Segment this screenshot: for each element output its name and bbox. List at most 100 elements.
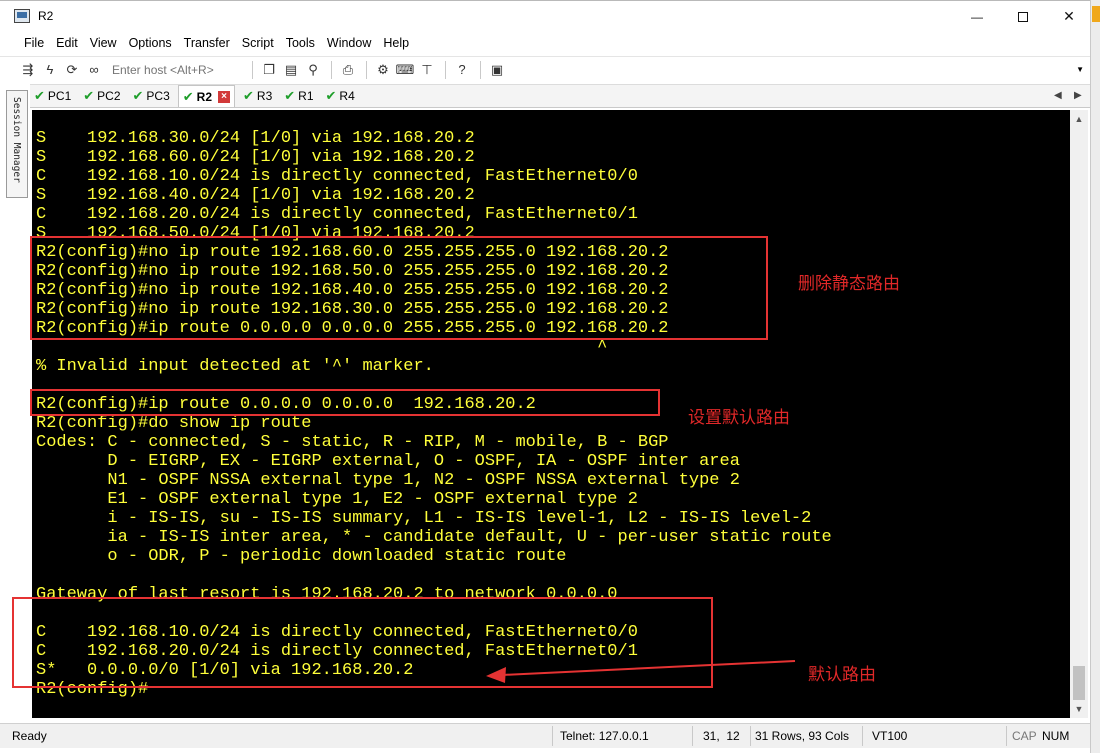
menu-window[interactable]: Window [327, 36, 371, 50]
terminal-line: % Invalid input detected at '^' marker. [36, 357, 434, 376]
tab-label: R1 [298, 89, 314, 103]
status-bar: Ready Telnet: 127.0.0.1 31, 12 31 Rows, … [0, 723, 1090, 748]
connected-check-icon: ✔ [34, 88, 45, 103]
annotation-set-default: 设置默认路由 [688, 408, 790, 428]
tab-r3[interactable]: ✔ R3 [239, 85, 276, 107]
close-button[interactable]: ✕ [1046, 1, 1092, 32]
tab-label: PC3 [146, 89, 170, 103]
menu-file[interactable]: File [24, 36, 44, 50]
tab-pc2[interactable]: ✔ PC2 [79, 85, 124, 107]
tab-close-icon[interactable]: × [218, 90, 230, 103]
close-icon: ✕ [1063, 8, 1075, 24]
menu-edit[interactable]: Edit [56, 36, 78, 50]
toolbar-dropdown-icon[interactable]: ▼ [1076, 65, 1084, 74]
settings-gear-icon[interactable]: ⚙ [373, 61, 393, 79]
connected-check-icon: ✔ [83, 88, 95, 103]
session-manager-tab[interactable]: Session Manager [6, 90, 28, 198]
reconnect-icon[interactable]: ⟳ [62, 61, 82, 79]
toolbar-separator [480, 60, 481, 79]
background-window-accent [1092, 6, 1100, 22]
tab-pc3[interactable]: ✔ PC3 [129, 85, 174, 107]
keymap-icon[interactable]: ⌨ [395, 61, 415, 79]
annotation-delete-static: 删除静态路由 [798, 274, 900, 294]
quick-connect-icon[interactable]: ϟ [40, 61, 60, 79]
disconnect-icon[interactable]: ∞ [84, 61, 104, 79]
find-icon[interactable]: ⚲ [303, 61, 323, 79]
sftp-icon[interactable]: ⊤ [417, 61, 437, 79]
menu-tools[interactable]: Tools [286, 36, 315, 50]
tab-label: R4 [339, 89, 355, 103]
tab-bar: ✔ PC1 ✔ PC2 ✔ PC3 ✔ R2 × ✔ R3 ✔ R1 ✔ R4 ◀ ▶ [30, 84, 1090, 108]
toolbar-separator [445, 60, 446, 79]
menu-help[interactable]: Help [383, 36, 409, 50]
terminal-line: C 192.168.20.0/24 is directly connected,… [36, 205, 638, 224]
annotation-arrow-icon [486, 660, 796, 683]
terminal-line: E1 - OSPF external type 1, E2 - OSPF ext… [36, 490, 638, 509]
scrollbar-thumb[interactable] [1073, 666, 1085, 700]
status-emulation: VT100 [872, 729, 908, 743]
scroll-down-icon[interactable]: ▼ [1070, 700, 1088, 718]
session-options-icon[interactable]: ▣ [487, 61, 507, 79]
tab-r1[interactable]: ✔ R1 [280, 85, 317, 107]
maximize-button[interactable] [1000, 1, 1046, 32]
tab-label: PC1 [47, 89, 72, 103]
menu-bar: File Edit View Options Transfer Script T… [0, 32, 1090, 54]
connected-check-icon: ✔ [243, 88, 254, 103]
annotation-box-delete-static [30, 236, 768, 340]
minimize-button[interactable]: — [954, 1, 1000, 32]
help-icon[interactable]: ? [452, 61, 472, 79]
terminal-line: Codes: C - connected, S - static, R - RI… [36, 433, 669, 452]
menu-transfer[interactable]: Transfer [184, 36, 230, 50]
toolbar: ⇶ ϟ ⟳ ∞ ❐ ▤ ⚲ ⎙ ⚙ ⌨ ⊤ ? ▣ ▼ [0, 56, 1090, 82]
status-ready: Ready [12, 729, 47, 743]
terminal-line: D - EIGRP, EX - EIGRP external, O - OSPF… [36, 452, 740, 471]
status-size: 31 Rows, 93 Cols [755, 729, 850, 743]
terminal-line: ^ [36, 338, 608, 357]
session-manager-label: Session Manager [11, 97, 22, 183]
tab-label: R3 [256, 89, 273, 103]
annotation-box-set-default [30, 389, 660, 416]
status-divider [1006, 726, 1007, 746]
connected-check-icon: ✔ [284, 88, 296, 103]
terminal-line: S 192.168.40.0/24 [1/0] via 192.168.20.2 [36, 186, 475, 205]
scroll-up-icon[interactable]: ▲ [1070, 110, 1088, 128]
title-bar: R2 — ✕ [0, 0, 1090, 32]
terminal-scrollbar[interactable]: ▲ ▼ [1070, 110, 1088, 718]
toolbar-separator [366, 60, 367, 79]
terminal-line: C 192.168.10.0/24 is directly connected,… [36, 167, 638, 186]
terminal-line: ia - IS-IS inter area, * - candidate def… [36, 528, 832, 547]
annotation-default-route: 默认路由 [808, 665, 876, 685]
connected-check-icon: ✔ [132, 88, 144, 103]
tab-scroll-right-icon[interactable]: ▶ [1074, 90, 1082, 101]
tab-scroll-left-icon[interactable]: ◀ [1054, 90, 1062, 101]
status-cursor: 31, 12 [703, 729, 740, 743]
connect-icon[interactable]: ⇶ [18, 61, 38, 79]
maximize-icon [1018, 11, 1028, 22]
tab-pc1[interactable]: ✔ PC1 [30, 85, 75, 107]
status-divider [750, 726, 751, 746]
status-caps: CAP [1012, 729, 1037, 743]
window-title: R2 [38, 9, 54, 23]
terminal-line: i - IS-IS, su - IS-IS summary, L1 - IS-I… [36, 509, 812, 528]
tab-label: PC2 [97, 89, 121, 103]
menu-script[interactable]: Script [242, 36, 274, 50]
status-divider [692, 726, 693, 746]
toolbar-separator [331, 60, 332, 79]
toolbar-separator [252, 60, 253, 79]
menu-options[interactable]: Options [129, 36, 172, 50]
copy-icon[interactable]: ❐ [259, 61, 279, 79]
paste-icon[interactable]: ▤ [281, 61, 301, 79]
print-icon[interactable]: ⎙ [338, 61, 358, 79]
tab-label: R2 [196, 89, 212, 104]
securecrt-app-icon[interactable] [14, 9, 30, 23]
tab-r4[interactable]: ✔ R4 [322, 85, 359, 107]
minimize-icon: — [971, 9, 983, 24]
menu-view[interactable]: View [90, 36, 117, 50]
status-num: NUM [1042, 729, 1070, 743]
host-input[interactable] [106, 60, 246, 79]
tab-r2[interactable]: ✔ R2 × [177, 85, 235, 107]
terminal-line: S 192.168.30.0/24 [1/0] via 192.168.20.2 [36, 129, 475, 148]
terminal-line: N1 - OSPF NSSA external type 1, N2 - OSP… [36, 471, 740, 490]
terminal-line: S 192.168.60.0/24 [1/0] via 192.168.20.2 [36, 148, 475, 167]
